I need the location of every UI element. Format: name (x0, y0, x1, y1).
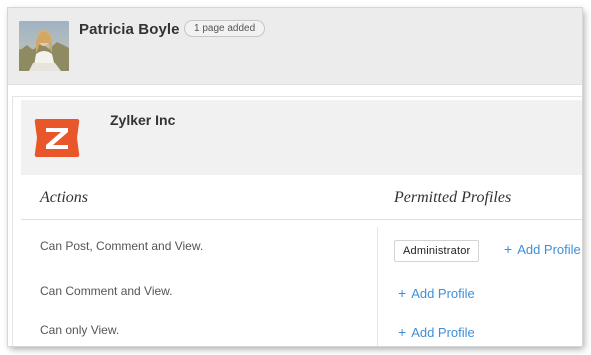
activity-card: Patricia Boyle 1 page added Zylker Inc A… (8, 8, 582, 346)
permissions-table-header: Actions Permitted Profiles (21, 175, 582, 220)
table-row: Can only View. + Add Profile (21, 311, 582, 346)
column-divider (377, 272, 378, 311)
column-header-actions: Actions (40, 189, 88, 206)
table-row: Can Post, Comment and View. Administrato… (21, 227, 582, 273)
activity-header: Patricia Boyle 1 page added (8, 8, 582, 85)
user-avatar[interactable] (19, 21, 69, 71)
plus-icon: + (398, 285, 407, 301)
zylker-logo-icon (33, 117, 81, 159)
action-label: Can Comment and View. (40, 284, 173, 298)
action-label: Can Post, Comment and View. (40, 239, 204, 253)
add-profile-link[interactable]: + Add Profile (504, 241, 581, 257)
plus-icon: + (504, 241, 513, 257)
plus-icon: + (398, 324, 407, 340)
add-profile-link[interactable]: + Add Profile (398, 324, 475, 340)
table-row: Can Comment and View. + Add Profile (21, 272, 582, 312)
org-header: Zylker Inc (21, 100, 582, 175)
add-profile-link[interactable]: + Add Profile (398, 285, 475, 301)
action-label: Can only View. (40, 323, 120, 337)
column-divider (377, 311, 378, 346)
add-profile-label: Add Profile (411, 325, 475, 340)
add-profile-label: Add Profile (517, 242, 581, 257)
column-header-permitted-profiles: Permitted Profiles (394, 189, 512, 206)
org-name: Zylker Inc (110, 112, 176, 128)
pages-added-badge: 1 page added (184, 20, 266, 37)
column-divider (377, 227, 378, 272)
add-profile-label: Add Profile (411, 286, 475, 301)
user-name[interactable]: Patricia Boyle (79, 21, 180, 38)
profile-chip-administrator[interactable]: Administrator (394, 240, 480, 262)
